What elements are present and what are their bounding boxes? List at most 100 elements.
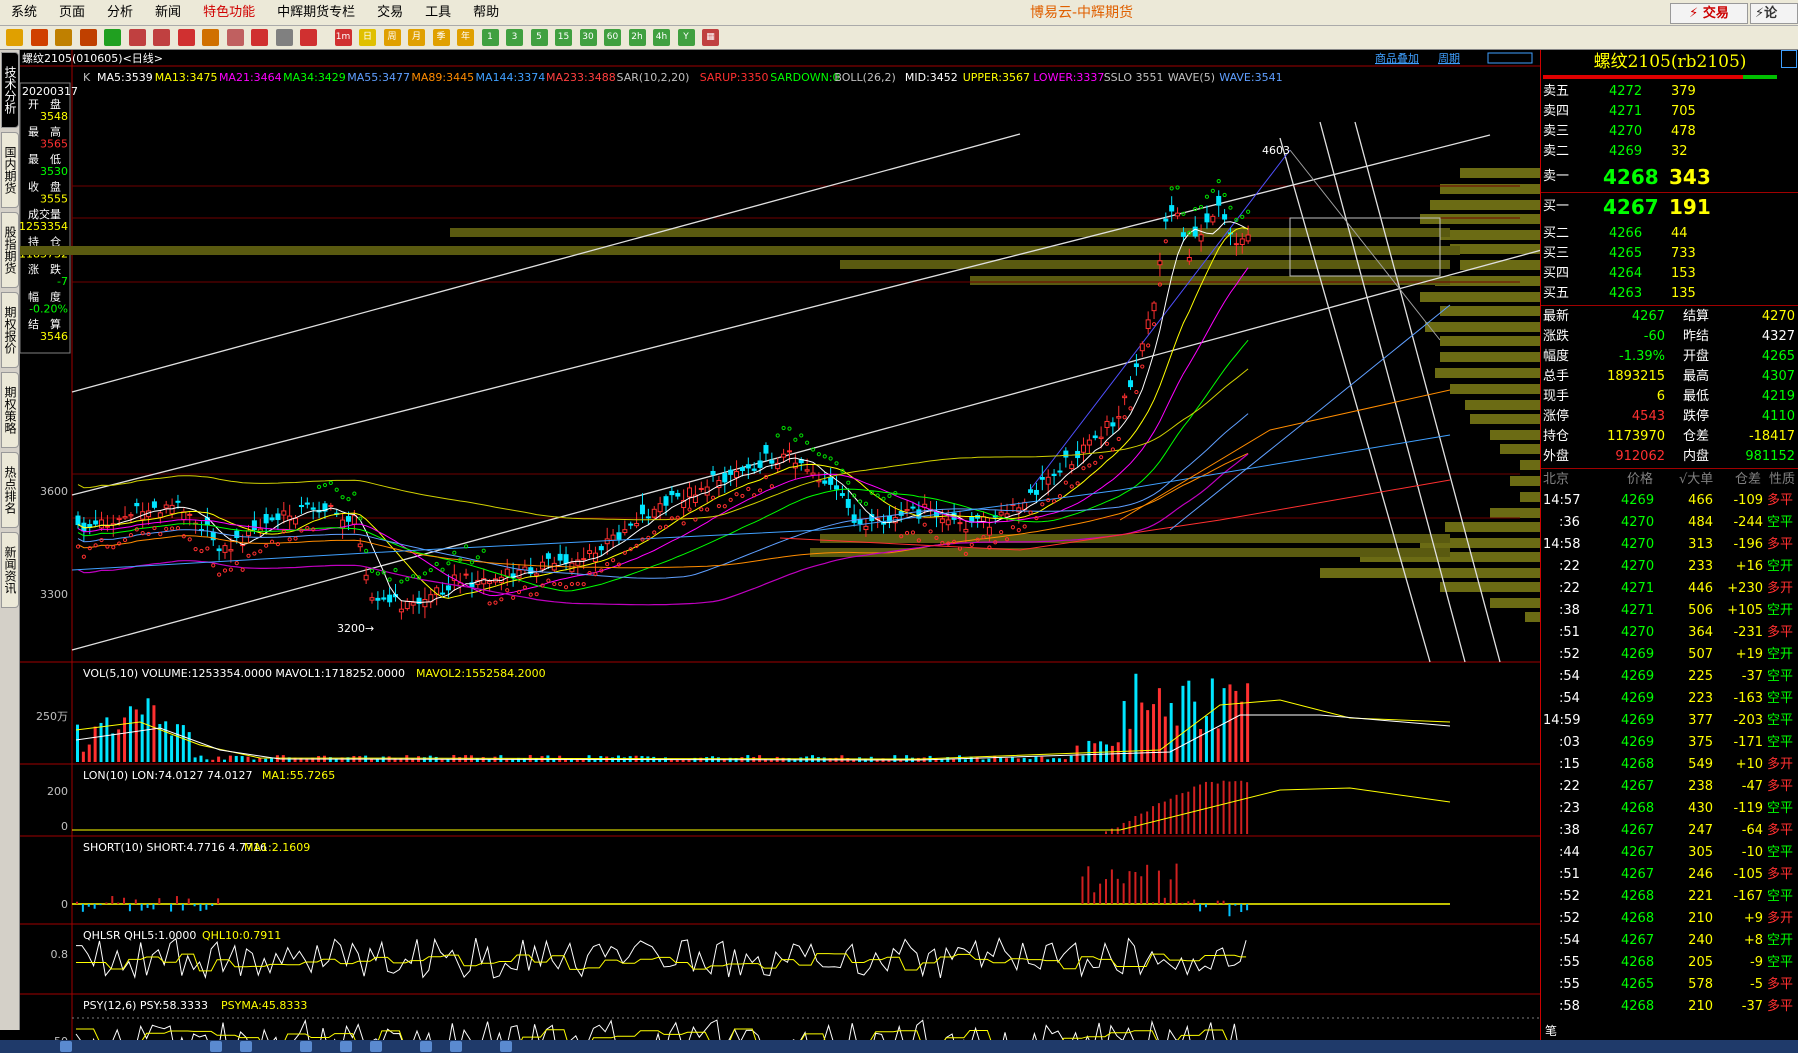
vp-bar [1450, 244, 1540, 254]
overlay-tab[interactable]: 商品叠加 [1375, 51, 1419, 65]
back-icon[interactable] [6, 29, 23, 46]
left-tab-2[interactable]: 股指期货 [1, 212, 19, 288]
tick-vol: 247 [1688, 823, 1713, 838]
period-season[interactable]: 季 [432, 29, 450, 46]
zoom-out-icon[interactable] [153, 29, 170, 46]
folder-icon[interactable] [55, 29, 72, 46]
tick-nature: 多开 [1767, 581, 1794, 596]
forum-button[interactable]: ⚡论 [1750, 3, 1798, 24]
bid-price: 4265 [1609, 246, 1643, 261]
menu-item-0[interactable]: 系统 [0, 0, 48, 26]
refresh-icon[interactable] [104, 29, 121, 46]
tick-time: :52 [1559, 647, 1580, 662]
taskbar-icon[interactable] [500, 1041, 512, 1052]
tick-vol: 313 [1688, 537, 1713, 552]
menu-item-3[interactable]: 新闻 [144, 0, 192, 26]
qhlsr-ma-legend: QHL10:0.7911 [202, 929, 281, 942]
taskbar-icon[interactable] [60, 1041, 72, 1052]
period-1[interactable]: 1 [481, 29, 499, 46]
period-1min[interactable]: 1m [334, 29, 352, 46]
vp-bar [1440, 306, 1540, 316]
period-30[interactable]: 30 [579, 29, 597, 46]
period-day[interactable]: 日 [359, 29, 376, 46]
paint-icon[interactable] [202, 29, 219, 46]
tick-oi-change: -231 [1733, 625, 1763, 640]
flag-icon[interactable] [251, 29, 268, 46]
pen-icon[interactable] [177, 29, 195, 46]
news-icon[interactable] [79, 29, 97, 46]
period-5[interactable]: 5 [530, 29, 548, 46]
bid-price: 4264 [1609, 266, 1643, 281]
ma-item-9: SARUP:3350 [700, 71, 769, 84]
taskbar-icon[interactable] [370, 1041, 382, 1052]
period-month[interactable]: 月 [408, 29, 425, 46]
layout-icons[interactable] [1487, 52, 1533, 64]
quote-row: 14:57 4269 466 -109 多平 [1541, 490, 1798, 512]
chart-header: 螺纹2105(010605)<日线> 商品叠加 周期 [22, 51, 1533, 65]
tick-nature: 空平 [1767, 801, 1794, 816]
vp-bar-wide [820, 534, 1450, 543]
menu-item-7[interactable]: 工具 [414, 0, 462, 26]
tick-footer[interactable]: 笔 [1545, 1022, 1557, 1039]
tick-vol: 430 [1688, 801, 1713, 816]
menu-item-4[interactable]: 特色功能 [192, 0, 266, 26]
left-tab-5[interactable]: 热点排名 [1, 452, 19, 528]
taskbar-icon[interactable] [420, 1041, 432, 1052]
period-week[interactable]: 周 [383, 29, 401, 46]
period-15[interactable]: 15 [555, 29, 572, 46]
chart-icon[interactable] [300, 29, 317, 46]
menu-item-2[interactable]: 分析 [96, 0, 144, 26]
period-3[interactable]: 3 [506, 29, 523, 46]
zoom-in-icon[interactable] [128, 29, 146, 46]
stat-value: 6 [1656, 389, 1665, 404]
taskbar-icon[interactable] [340, 1041, 352, 1052]
scrollbar[interactable] [1781, 50, 1797, 68]
left-tab-6[interactable]: 新闻资讯 [1, 532, 19, 608]
left-tab-1[interactable]: 国内期货 [1, 132, 19, 208]
taskbar-icon[interactable] [450, 1041, 462, 1052]
taskbar-icon[interactable] [300, 1041, 312, 1052]
period-tab[interactable]: 周期 [1438, 52, 1460, 65]
menu-item-1[interactable]: 页面 [48, 0, 96, 26]
chart-area[interactable]: 螺纹2105(010605)<日线> 商品叠加 周期 K MA5:3539 MA13:34… [20, 50, 1540, 1040]
vp-bar [1450, 384, 1540, 394]
period-year[interactable]: 年 [457, 29, 474, 46]
tick-oi-change: +16 [1735, 559, 1763, 574]
trade-button[interactable]: ⚡ 交易 [1670, 3, 1748, 24]
left-tab-3[interactable]: 期权报价 [1, 292, 19, 368]
bid-vol: 135 [1671, 286, 1696, 301]
tick-time: :54 [1559, 669, 1580, 684]
tick-oi-change: -10 [1741, 845, 1763, 860]
tick-oi-change: +230 [1727, 581, 1763, 596]
left-tab-4[interactable]: 期权策略 [1, 372, 19, 448]
kline-chart-svg[interactable]: 螺纹2105(010605)<日线> 商品叠加 周期 K MA5:3539 MA13:34… [20, 50, 1540, 1040]
funnel-icon[interactable] [226, 29, 244, 46]
tick-nature: 空平 [1767, 515, 1794, 530]
tick-price: 4270 [1621, 559, 1655, 574]
tick-price: 4270 [1621, 625, 1655, 640]
menu-item-8[interactable]: 帮助 [462, 0, 510, 26]
period-2h[interactable]: 2h [628, 29, 646, 46]
left-tab-0[interactable]: 技术分析 [1, 52, 19, 128]
tick-vol: 507 [1688, 647, 1713, 662]
quote-title: 螺纹2105(rb2105) [1541, 50, 1798, 74]
period-Y[interactable]: Y [677, 29, 695, 46]
menu-item-5[interactable]: 中辉期货专栏 [266, 0, 366, 26]
menu-item-6[interactable]: 交易 [366, 0, 414, 26]
home-icon[interactable] [30, 29, 48, 46]
ma-item-7: MA233:3488 [546, 71, 616, 84]
ask-label: 卖二 [1543, 144, 1570, 159]
period-4h[interactable]: 4h [653, 29, 670, 46]
period-60[interactable]: 60 [604, 29, 621, 46]
period-table[interactable]: ▦ [702, 29, 719, 46]
grid-icon[interactable] [275, 29, 293, 46]
info-value-3: 3555 [40, 193, 68, 206]
tick-vol: 377 [1688, 713, 1713, 728]
ohlc-info-box: 20200317开 盘3548最 高3565最 低3530收 盘3555成交量1… [20, 82, 78, 354]
stat-value: 1893215 [1607, 369, 1665, 384]
ask-vol: 705 [1671, 104, 1696, 119]
taskbar-icon[interactable] [240, 1041, 252, 1052]
taskbar-icon[interactable] [210, 1041, 222, 1052]
tick-time: :55 [1559, 955, 1580, 970]
vol-axis: 250万 [36, 710, 68, 723]
